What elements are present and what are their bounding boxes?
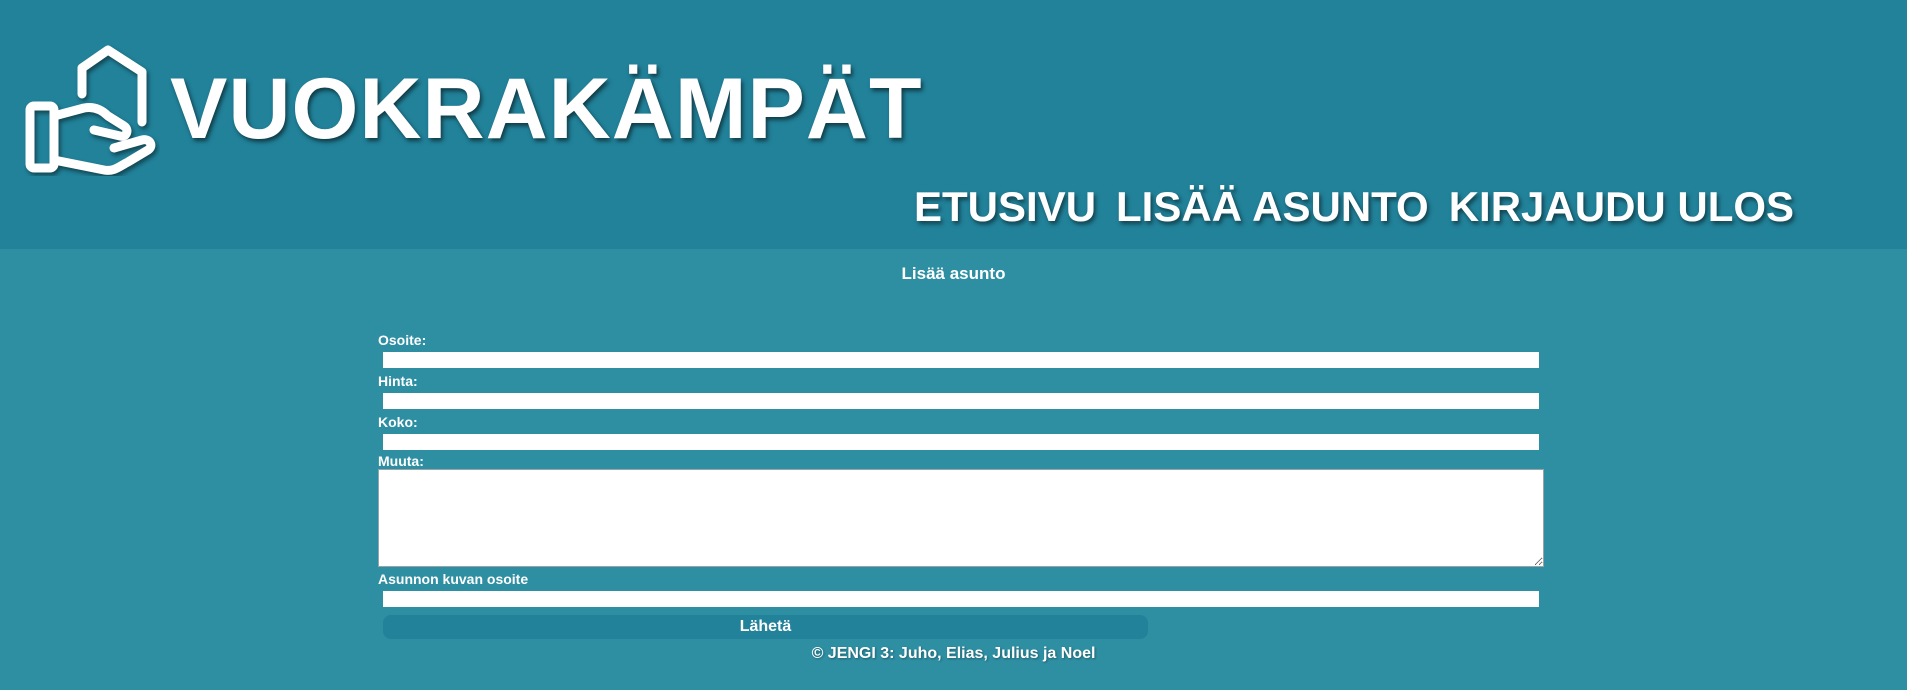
- other-label: Muuta:: [378, 453, 424, 469]
- footer-credits: © JENGI 3: Juho, Elias, Julius ja Noel: [811, 645, 1096, 662]
- brand-title: VUOKRAKÄMPÄT: [170, 61, 923, 157]
- nav-link-etusivu[interactable]: ETUSIVU: [914, 182, 1096, 232]
- price-input[interactable]: [383, 393, 1539, 409]
- site-header: VUOKRAKÄMPÄT ETUSIVU LISÄÄ ASUNTO KIRJAU…: [0, 0, 1907, 249]
- main-nav: ETUSIVU LISÄÄ ASUNTO KIRJAUDU ULOS: [914, 182, 1794, 232]
- other-textarea[interactable]: [378, 469, 1544, 567]
- page-title: Lisää asunto: [901, 264, 1006, 283]
- submit-button[interactable]: Lähetä: [383, 615, 1148, 639]
- size-input[interactable]: [383, 434, 1539, 450]
- address-label: Osoite:: [378, 332, 427, 348]
- nav-link-kirjaudu-ulos[interactable]: KIRJAUDU ULOS: [1449, 182, 1794, 232]
- image-url-input[interactable]: [383, 591, 1539, 607]
- address-input[interactable]: [383, 352, 1539, 368]
- size-label: Koko:: [378, 414, 418, 430]
- nav-link-lisaa-asunto[interactable]: LISÄÄ ASUNTO: [1116, 182, 1429, 232]
- price-label: Hinta:: [378, 373, 418, 389]
- image-url-label: Asunnon kuvan osoite: [378, 571, 529, 587]
- house-in-hand-icon: [25, 45, 156, 175]
